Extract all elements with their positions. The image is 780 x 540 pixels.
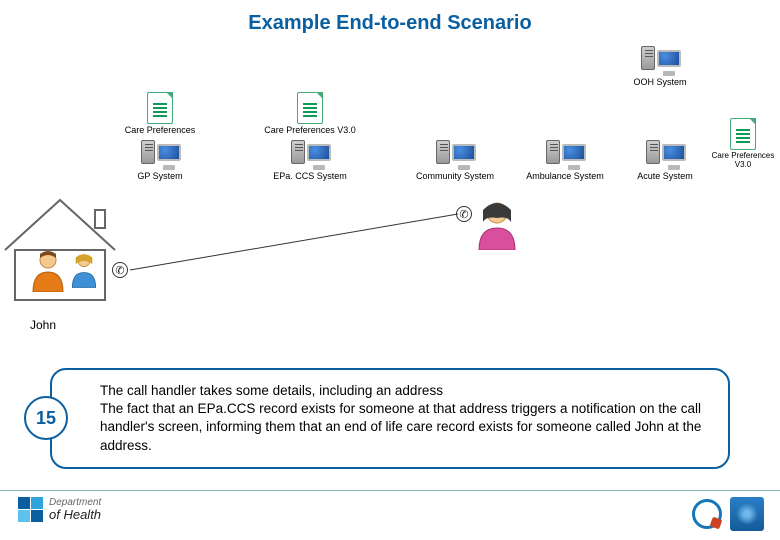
- server-icon: [544, 140, 586, 170]
- person-icon: [30, 250, 66, 292]
- document-icon: [297, 92, 323, 124]
- person-icon: [475, 200, 519, 250]
- node-label: GP System: [115, 172, 205, 182]
- partner-logos: [692, 497, 764, 531]
- node-label: Care Preferences V3.0: [260, 126, 360, 136]
- node-care-pref-right: Care Preferences V3.0: [710, 118, 776, 170]
- node-care-pref-left: Care Preferences: [110, 92, 210, 136]
- square-logo-icon: [730, 497, 764, 531]
- dh-logo-line2: of Health: [49, 508, 101, 521]
- dh-logo: Department of Health: [18, 497, 101, 522]
- phone-icon: ✆: [456, 206, 472, 222]
- person-partner: [66, 252, 102, 288]
- document-icon: [147, 92, 173, 124]
- callout-text: The call handler takes some details, inc…: [100, 382, 714, 455]
- step-number-badge: 15: [24, 396, 68, 440]
- node-epaccs: EPa. CCS System: [260, 140, 360, 182]
- server-icon: [644, 140, 686, 170]
- node-label: Care Preferences V3.0: [710, 152, 776, 170]
- server-icon: [139, 140, 181, 170]
- node-label: Acute System: [620, 172, 710, 182]
- document-icon: [730, 118, 756, 150]
- node-label: Ambulance System: [510, 172, 620, 182]
- node-label: EPa. CCS System: [260, 172, 360, 182]
- phone-icon: ✆: [112, 262, 128, 278]
- john-label: John: [18, 318, 68, 332]
- dh-logo-icon: [18, 497, 43, 522]
- footer: Department of Health: [0, 490, 780, 534]
- node-care-pref-mid: Care Preferences V3.0: [260, 92, 360, 136]
- person-john: [28, 250, 68, 292]
- callout-box: 15 The call handler takes some details, …: [50, 368, 730, 469]
- node-gp: GP System: [115, 140, 205, 182]
- node-acute: Acute System: [620, 140, 710, 182]
- node-community: Community System: [400, 140, 510, 182]
- server-icon: [639, 46, 681, 76]
- node-label: OOH System: [620, 78, 700, 88]
- person-icon: [69, 252, 99, 288]
- person-name: John: [30, 318, 56, 332]
- node-label: Care Preferences: [110, 126, 210, 136]
- node-label: Community System: [400, 172, 510, 182]
- person-call-handler: [472, 200, 522, 250]
- q-logo-icon: [692, 499, 722, 529]
- page-title: Example End-to-end Scenario: [0, 0, 780, 43]
- node-ooh: OOH System: [620, 46, 700, 88]
- server-icon: [434, 140, 476, 170]
- server-icon: [289, 140, 331, 170]
- node-ambulance: Ambulance System: [510, 140, 620, 182]
